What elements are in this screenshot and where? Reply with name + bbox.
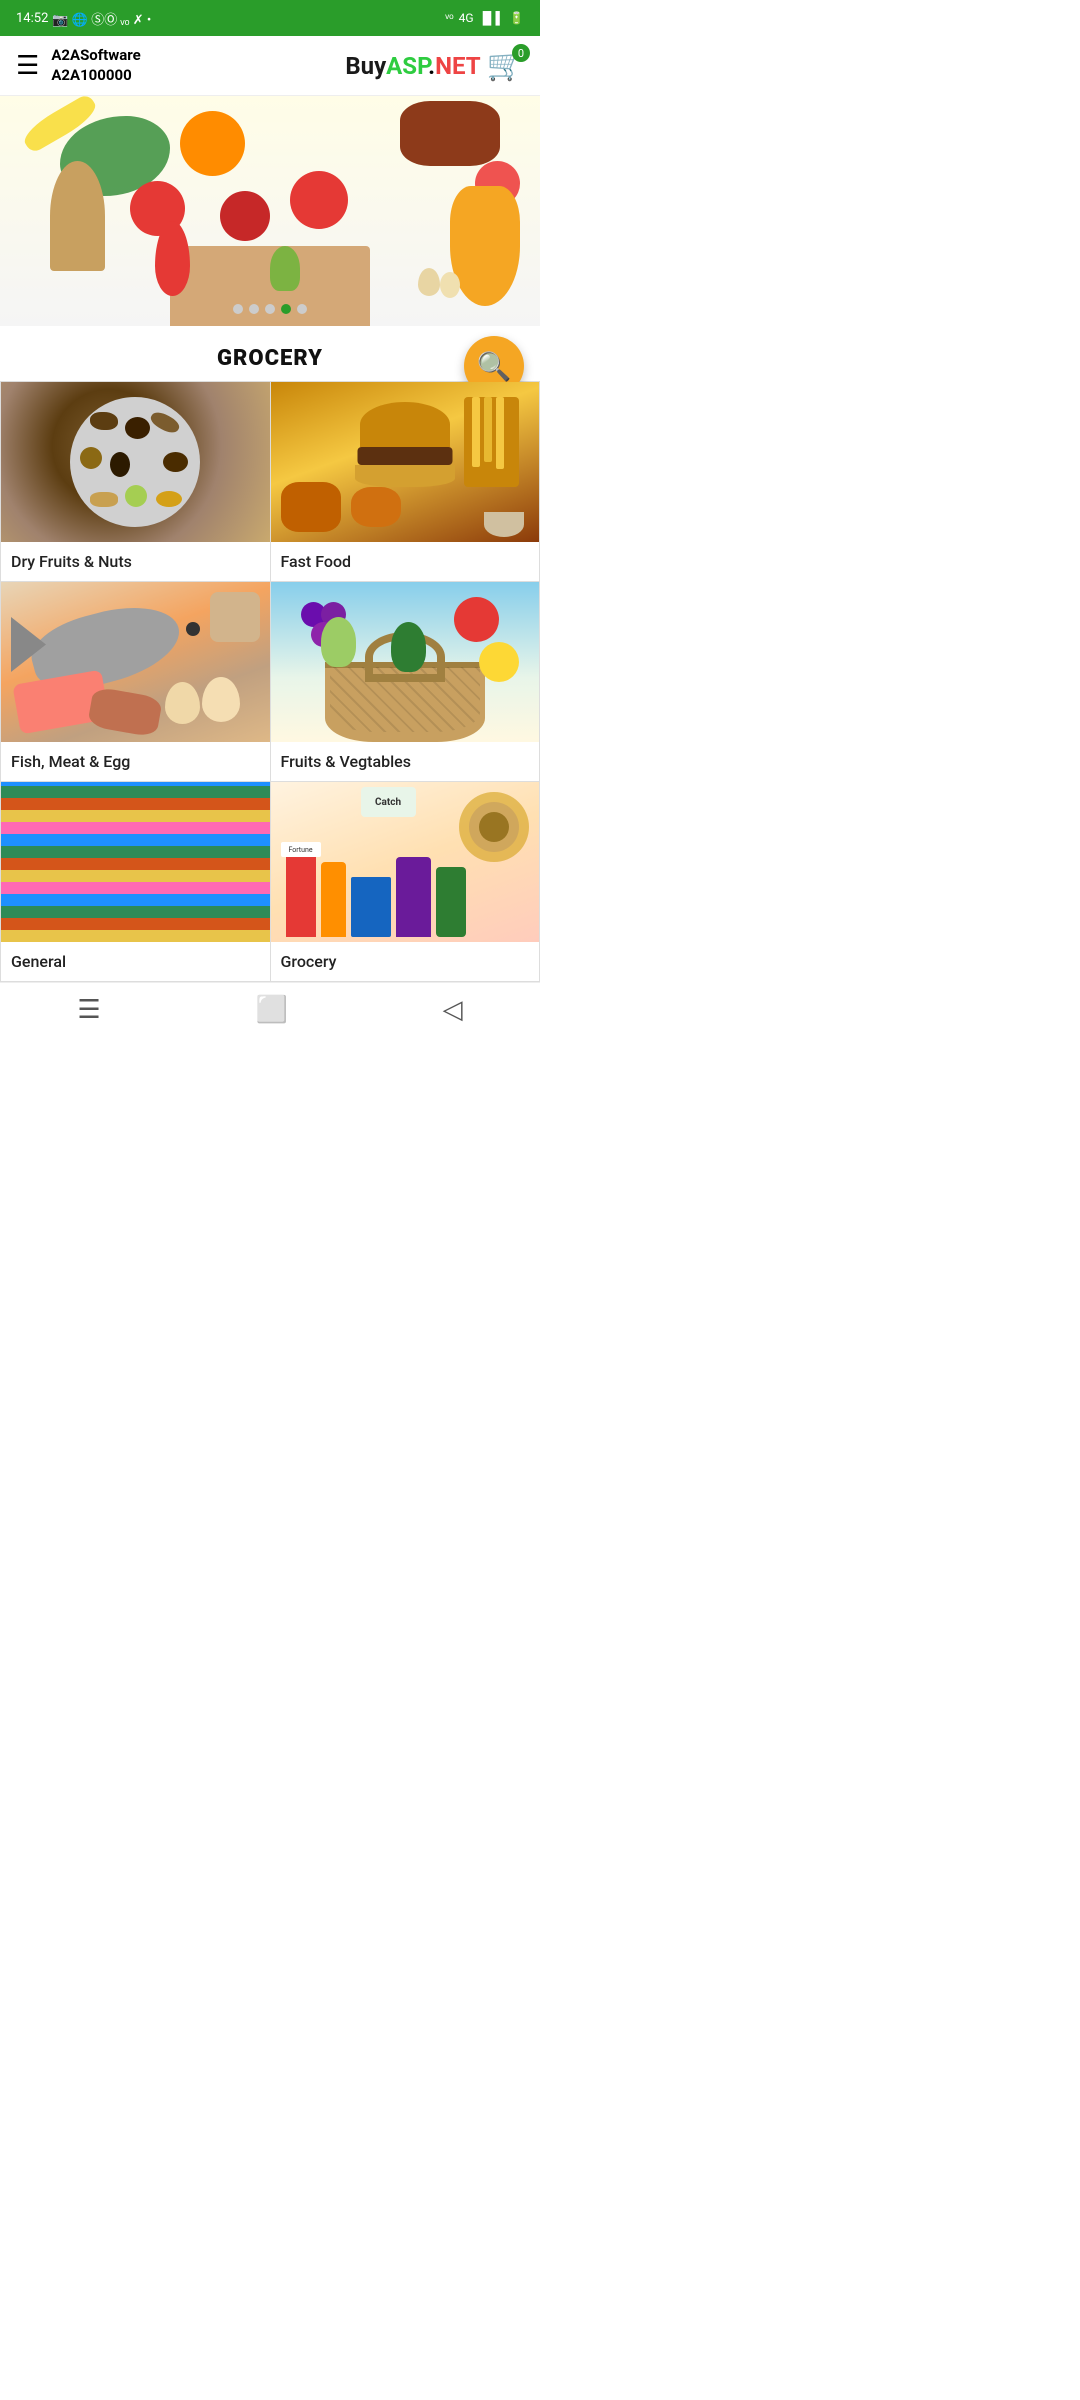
cart-count: 0 (512, 44, 530, 62)
logo-net: NET (435, 52, 481, 80)
category-label-grocery: Grocery (271, 942, 540, 981)
status-left: 14:52 📷 🌐 ⓈⓄ ᵥₒ ✗ • (16, 9, 151, 28)
status-bar: 14:52 📷 🌐 ⓈⓄ ᵥₒ ✗ • ᵛᵒ 4G ▐▌▌ 🔋 (0, 0, 540, 36)
category-image-fruits-veg (271, 582, 540, 742)
nav-home-button[interactable]: ⬜ (255, 995, 287, 1025)
category-item-general[interactable]: General (1, 782, 271, 982)
app-header: ☰ A2ASoftware A2A100000 BuyASP.NET 🛒 0 (0, 36, 540, 96)
category-image-fast-food (271, 382, 540, 542)
cart-button[interactable]: 🛒 0 (487, 48, 524, 83)
category-label-dry-fruits: Dry Fruits & Nuts (1, 542, 270, 581)
battery-icon: 🔋 (509, 11, 524, 25)
user-id: A2A100000 (51, 66, 140, 86)
dot-4[interactable] (281, 304, 291, 314)
category-grid: Dry Fruits & Nuts Fast Food (0, 381, 540, 982)
user-name: A2ASoftware (51, 46, 140, 66)
section-title: GROCERY (0, 346, 540, 371)
category-item-fruits-veg[interactable]: Fruits & Vegtables (271, 582, 541, 782)
network-icon: 4G (459, 11, 474, 25)
status-right: ᵛᵒ 4G ▐▌▌ 🔋 (445, 11, 524, 25)
dot-1[interactable] (233, 304, 243, 314)
banner-art (0, 96, 540, 326)
logo-text: BuyASP.NET (345, 52, 480, 80)
dot-2[interactable] (249, 304, 259, 314)
category-image-grocery: Catch Fortune (271, 782, 540, 942)
category-item-fish-meat[interactable]: Fish, Meat & Egg (1, 582, 271, 782)
logo-asp: ASP (386, 52, 428, 80)
dot-3[interactable] (265, 304, 275, 314)
section-title-area: GROCERY 🔍 (0, 326, 540, 381)
bottom-nav: ☰ ⬜ ◁ (0, 982, 540, 1037)
category-item-grocery[interactable]: Catch Fortune Grocery (271, 782, 541, 982)
volte-icon: ᵛᵒ (445, 11, 453, 25)
banner-dots (233, 304, 307, 314)
category-label-fruits-veg: Fruits & Vegtables (271, 742, 540, 781)
menu-button[interactable]: ☰ (16, 51, 39, 81)
category-image-general (1, 782, 270, 942)
status-icons: 📷 🌐 ⓈⓄ ᵥₒ ✗ • (52, 9, 151, 28)
category-item-dry-fruits[interactable]: Dry Fruits & Nuts (1, 382, 271, 582)
logo-area: BuyASP.NET 🛒 0 (345, 48, 524, 83)
category-label-fish-meat: Fish, Meat & Egg (1, 742, 270, 781)
category-image-dry-fruits (1, 382, 270, 542)
nav-back-button[interactable]: ◁ (443, 995, 463, 1025)
nav-menu-button[interactable]: ☰ (77, 995, 100, 1025)
header-title: A2ASoftware A2A100000 (51, 46, 140, 85)
signal-icon: ▐▌▌ (479, 11, 505, 25)
banner[interactable] (0, 96, 540, 326)
category-image-fish-meat (1, 582, 270, 742)
status-time: 14:52 (16, 11, 48, 26)
category-item-fast-food[interactable]: Fast Food (271, 382, 541, 582)
dot-5[interactable] (297, 304, 307, 314)
category-label-general: General (1, 942, 270, 981)
category-label-fast-food: Fast Food (271, 542, 540, 581)
logo-buy: Buy (345, 52, 386, 80)
search-fab-icon: 🔍 (477, 350, 512, 383)
header-left: ☰ A2ASoftware A2A100000 (16, 46, 141, 85)
